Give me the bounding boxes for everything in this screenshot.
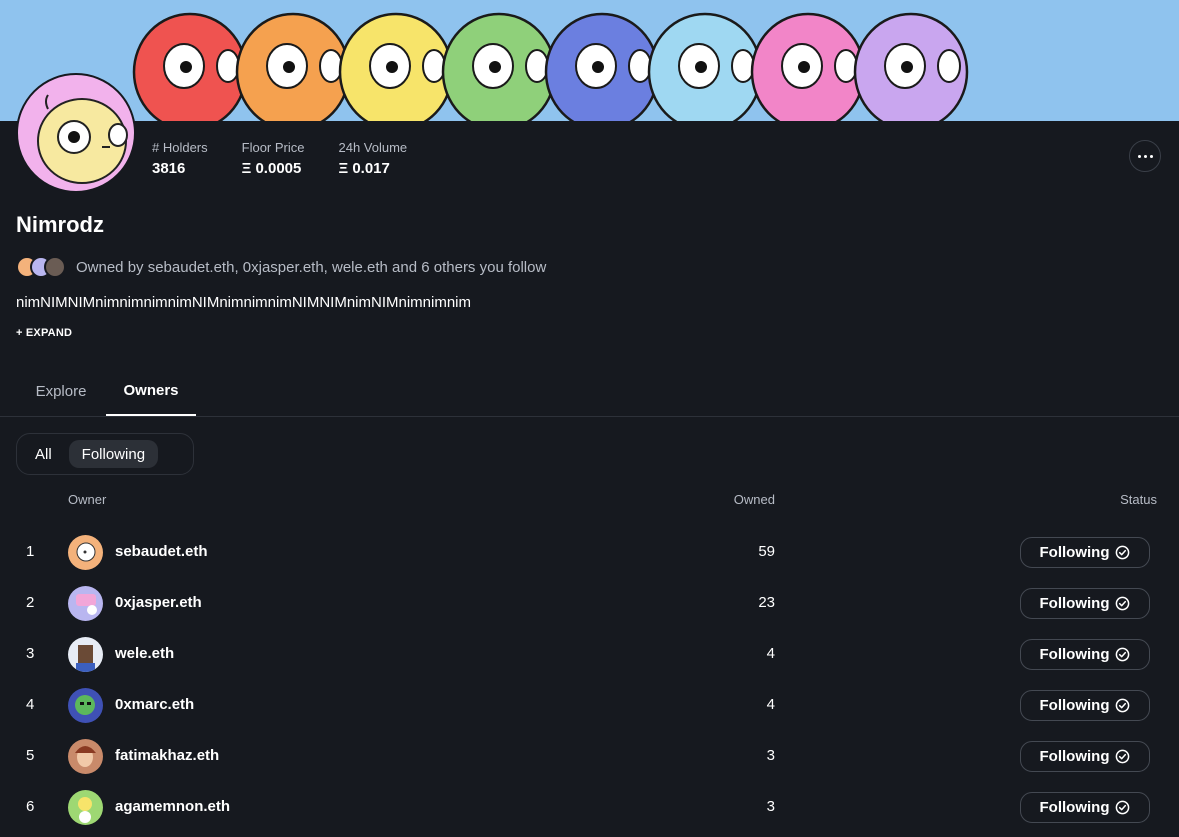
banner-creature-icon <box>235 12 351 121</box>
stat-value: 3816 <box>152 160 186 177</box>
banner-creature-icon <box>544 12 660 121</box>
filter-following[interactable]: Following <box>68 440 159 468</box>
owners-table: 1 sebaudet.eth 59 Following 2 0xjasper.e… <box>0 526 1179 832</box>
owned-count: 4 <box>766 645 775 662</box>
stat-floor-price: Floor Price Ξ 0.0005 <box>242 140 305 177</box>
owner-rank: 3 <box>26 645 35 662</box>
ellipsis-icon <box>1137 154 1153 158</box>
owned-by-text: Owned by sebaudet.eth, 0xjasper.eth, wel… <box>76 258 547 276</box>
owned-count: 59 <box>758 543 775 560</box>
owned-count: 3 <box>766 798 775 815</box>
banner-creature-icon <box>338 12 454 121</box>
more-options-button[interactable] <box>1129 140 1161 172</box>
table-row[interactable]: 4 0xmarc.eth 4 Following <box>0 679 1179 730</box>
owned-by-summary[interactable]: Owned by sebaudet.eth, 0xjasper.eth, wel… <box>16 256 546 278</box>
following-button[interactable]: Following <box>1020 741 1150 772</box>
owned-count: 23 <box>758 594 775 611</box>
collection-banner <box>0 0 1179 121</box>
banner-creature-icon <box>647 12 763 121</box>
follower-avatars <box>16 256 66 278</box>
owned-count: 4 <box>766 696 775 713</box>
following-button[interactable]: Following <box>1020 792 1150 823</box>
following-label: Following <box>1039 595 1110 612</box>
owner-name[interactable]: fatimakhaz.eth <box>115 747 219 764</box>
stat-label: 24h Volume <box>338 140 408 155</box>
following-label: Following <box>1039 799 1110 816</box>
following-button[interactable]: Following <box>1020 588 1150 619</box>
owner-avatar-icon <box>68 586 103 621</box>
collection-tabs: Explore Owners <box>0 366 1179 417</box>
avatar[interactable] <box>68 739 103 774</box>
expand-description-button[interactable]: + EXPAND <box>16 327 72 339</box>
check-circle-icon <box>1116 749 1130 764</box>
stat-label: Floor Price <box>241 140 305 155</box>
check-circle-icon <box>1116 647 1130 662</box>
column-header-status: Status <box>1120 492 1157 507</box>
banner-creature-icon <box>441 12 557 121</box>
nimrod-avatar-icon <box>37 94 128 184</box>
following-label: Following <box>1039 748 1110 765</box>
owner-name[interactable]: 0xmarc.eth <box>115 696 194 713</box>
tab-owners[interactable]: Owners <box>106 366 196 416</box>
table-row[interactable]: 1 sebaudet.eth 59 Following <box>0 526 1179 577</box>
avatar[interactable] <box>68 688 103 723</box>
owner-avatar-icon <box>68 637 103 672</box>
owner-rank: 5 <box>26 747 35 764</box>
following-button[interactable]: Following <box>1020 690 1150 721</box>
filter-all[interactable]: All <box>22 440 65 468</box>
banner-creature-icon <box>132 12 248 121</box>
avatar[interactable] <box>68 637 103 672</box>
table-row[interactable]: 2 0xjasper.eth 23 Following <box>0 577 1179 628</box>
owners-table-header: Owner Owned Status <box>0 492 1179 508</box>
owner-rank: 1 <box>26 543 35 560</box>
owner-avatar-icon <box>68 688 103 723</box>
column-header-owner: Owner <box>68 492 107 507</box>
check-circle-icon <box>1116 596 1130 611</box>
table-row[interactable]: 6 agamemnon.eth 3 Following <box>0 781 1179 832</box>
banner-creature-icon <box>853 12 969 121</box>
owner-name[interactable]: agamemnon.eth <box>115 798 230 815</box>
owner-name[interactable]: 0xjasper.eth <box>115 594 202 611</box>
check-circle-icon <box>1116 698 1130 713</box>
check-circle-icon <box>1116 545 1130 560</box>
owner-rank: 2 <box>26 594 35 611</box>
collection-description: nimNIMNIMnimnimnimnimNIMnimnimnimNIMNIMn… <box>16 294 472 311</box>
stat-value: Ξ 0.0005 <box>241 160 302 177</box>
collection-title: Nimrodz <box>16 212 104 237</box>
collection-avatar <box>16 73 136 193</box>
avatar[interactable] <box>68 586 103 621</box>
owner-rank: 6 <box>26 798 35 815</box>
owner-rank: 4 <box>26 696 35 713</box>
column-header-owned: Owned <box>733 492 775 507</box>
collection-stats: # Holders 3816 Floor Price Ξ 0.0005 24h … <box>152 140 407 177</box>
stat-label: # Holders <box>152 140 208 155</box>
owner-name[interactable]: wele.eth <box>115 645 174 662</box>
avatar[interactable] <box>68 790 103 825</box>
owned-count: 3 <box>766 747 775 764</box>
following-label: Following <box>1039 697 1110 714</box>
stat-holders: # Holders 3816 <box>152 140 208 177</box>
banner-artwork-icon <box>132 12 969 121</box>
table-row[interactable]: 5 fatimakhaz.eth 3 Following <box>0 730 1179 781</box>
check-circle-icon <box>1116 800 1130 815</box>
following-label: Following <box>1039 544 1110 561</box>
tab-explore[interactable]: Explore <box>16 366 106 416</box>
owner-avatar-icon <box>68 790 103 825</box>
owner-filter: All Following <box>16 433 194 475</box>
following-button[interactable]: Following <box>1020 639 1150 670</box>
owner-avatar-icon <box>68 535 103 570</box>
stat-24h-volume: 24h Volume Ξ 0.017 <box>339 140 408 177</box>
table-row[interactable]: 3 wele.eth 4 Following <box>0 628 1179 679</box>
owner-name[interactable]: sebaudet.eth <box>115 543 208 560</box>
avatar[interactable] <box>68 535 103 570</box>
stat-value: Ξ 0.017 <box>338 160 390 177</box>
banner-creature-icon <box>750 12 866 121</box>
owner-avatar-icon <box>68 739 103 774</box>
following-label: Following <box>1039 646 1110 663</box>
following-button[interactable]: Following <box>1020 537 1150 568</box>
avatar <box>44 256 66 278</box>
